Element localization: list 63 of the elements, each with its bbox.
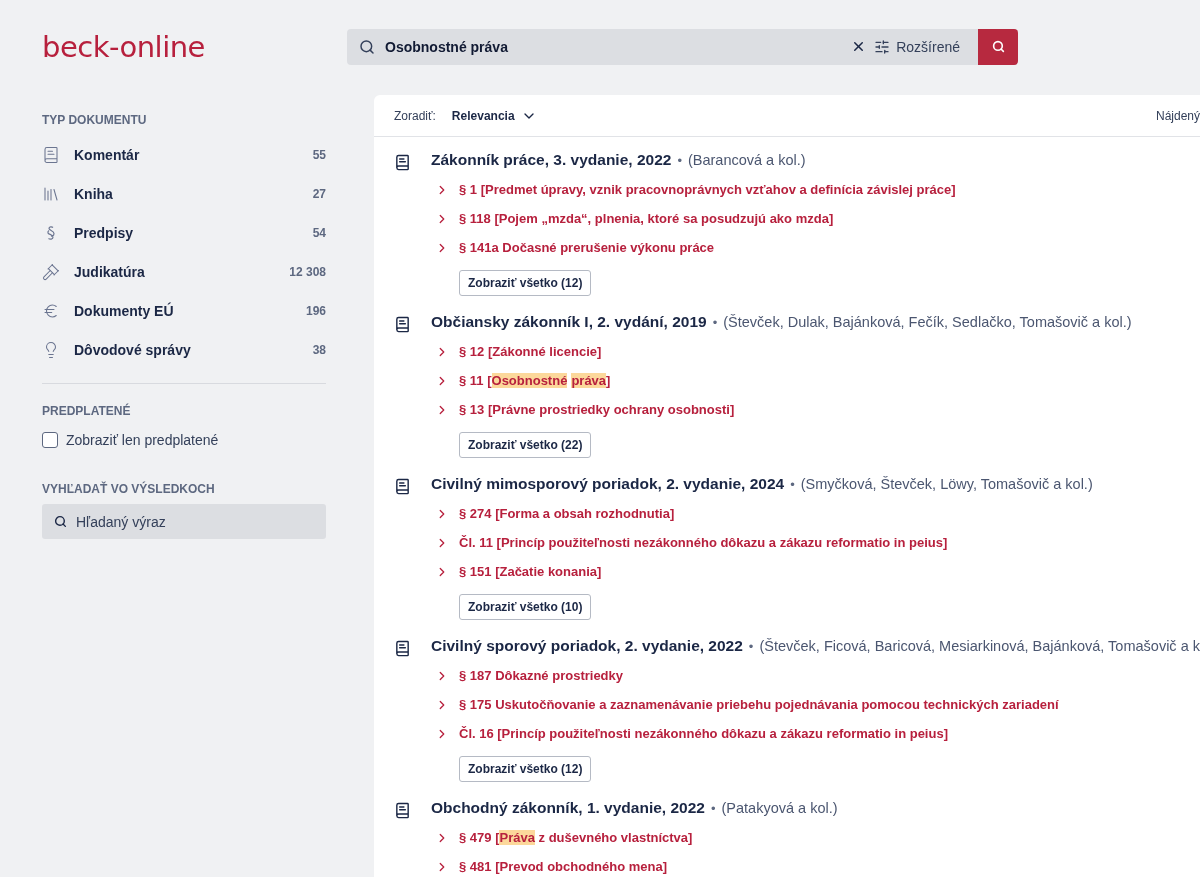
- search-icon: [359, 38, 375, 55]
- section-link[interactable]: Čl. 11 [Princíp použiteľnosti nezákonného dôkazu a zákazu reformatio in peius]: [459, 535, 948, 550]
- bullet-separator: •: [790, 477, 795, 492]
- document-icon: [42, 145, 60, 164]
- section-link[interactable]: § 12 [Zákonné licencie]: [459, 344, 602, 359]
- logo[interactable]: beck-online: [0, 29, 347, 64]
- filter-item[interactable]: Kniha 27: [42, 174, 326, 213]
- book-icon: [394, 640, 411, 657]
- result-title[interactable]: Civilný mimosporový poriadok, 2. vydanie, 2024: [431, 475, 785, 493]
- result-authors: (Števček, Dulak, Bajánková, Fečík, Sedlačko, Tomašovič a kol.): [723, 314, 1132, 330]
- filter-item[interactable]: Dokumenty EÚ 196: [42, 291, 326, 330]
- result-authors: (Patakyová a kol.): [721, 800, 838, 816]
- result-title[interactable]: Zákonník práce, 3. vydanie, 2022: [431, 151, 672, 169]
- section-link[interactable]: § 175 Uskutočňovanie a zaznamenávanie priebehu pojednávania pomocou technických zariadení: [459, 697, 1059, 712]
- bullet-separator: •: [710, 801, 716, 816]
- section-link[interactable]: § 118 [Pojem „mzda“, plnenia, ktoré sa posudzujú ako mzda]: [459, 211, 834, 226]
- search-icon: [54, 515, 67, 528]
- result-title[interactable]: Občiansky zákonník I, 2. vydání, 2019: [431, 313, 707, 331]
- filter-item[interactable]: Dôvodové správy 38: [42, 330, 326, 369]
- show-all-button[interactable]: Zobraziť všetko (22): [459, 432, 592, 458]
- section-heading: TYP DOKUMENTU: [42, 113, 148, 127]
- checkbox-label[interactable]: Zobraziť len predplatené: [66, 432, 219, 448]
- result-title[interactable]: Civilný sporový poriadok, 2. vydanie, 2022: [431, 637, 743, 655]
- bullet-separator: •: [677, 153, 682, 168]
- results-count: Nájdený: [1155, 108, 1200, 123]
- section-link[interactable]: § 13 [Právne prostriedky ochrany osobnosti]: [459, 402, 735, 417]
- section-heading: VYHĽADAŤ VO VÝSLEDKOCH: [42, 482, 216, 496]
- section-link[interactable]: § 187 Dôkazné prostriedky: [459, 668, 624, 683]
- filter-item[interactable]: Predpisy 54: [42, 213, 326, 252]
- show-all-button[interactable]: Zobraziť všetko (12): [459, 270, 592, 296]
- filter-item[interactable]: Komentár 55: [42, 135, 326, 174]
- section-link[interactable]: § 1 [Predmet úpravy, vznik pracovnoprávnych vzťahov a definícia závislej práce]: [459, 182, 956, 197]
- checkbox[interactable]: [42, 432, 58, 448]
- result-authors: (Števček, Ficová, Baricová, Mesiarkinová, Bajánková, Tomašovič a k: [759, 638, 1200, 654]
- result-authors: (Smyčková, Števček, Löwy, Tomašovič a kol.): [800, 476, 1093, 492]
- section-link[interactable]: § 481 [Prevod obchodného mena]: [459, 859, 668, 874]
- show-all-button[interactable]: Zobraziť všetko (12): [459, 756, 592, 782]
- search-icon: [991, 40, 1005, 53]
- euro-icon: [42, 301, 60, 320]
- section-link[interactable]: § 151 [Začatie konania]: [459, 564, 602, 579]
- book-icon: [394, 154, 411, 171]
- section-link[interactable]: § 479 [Práva z duševného vlastníctva]: [459, 830, 693, 845]
- book-icon: [394, 316, 411, 333]
- sliders-icon: [874, 38, 891, 55]
- search-field[interactable]: Osobnostné práva Rozšírené: [347, 28, 1018, 65]
- advanced-search-button[interactable]: Rozšírené: [874, 38, 970, 55]
- bullet-separator: •: [712, 315, 718, 330]
- search-button[interactable]: [978, 28, 1018, 65]
- sort-dropdown[interactable]: Relevancia: [445, 106, 543, 125]
- show-all-button[interactable]: Zobraziť všetko (10): [459, 594, 592, 620]
- result-title[interactable]: Obchodný zákonník, 1. vydanie, 2022: [431, 799, 705, 817]
- section-link[interactable]: Čl. 16 [Princíp použiteľnosti nezákonného dôkazu a zákazu reformatio in peius]: [459, 726, 948, 741]
- sort-label: Zoradiť:: [394, 108, 436, 123]
- bullet-separator: •: [748, 639, 754, 654]
- gavel-icon: [42, 262, 60, 281]
- filter-item[interactable]: Judikatúra 12 308: [42, 252, 326, 291]
- section-heading: PREDPLATENÉ: [42, 404, 132, 418]
- section-link[interactable]: § 274 [Forma a obsah rozhodnutia]: [459, 506, 675, 521]
- result-authors: (Barancová a kol.): [687, 152, 806, 168]
- book-icon: [394, 802, 411, 819]
- search-field[interactable]: Hľadaný výraz: [42, 504, 326, 539]
- book-icon: [394, 478, 411, 495]
- section-link[interactable]: § 141a Dočasné prerušenie výkonu práce: [459, 240, 715, 255]
